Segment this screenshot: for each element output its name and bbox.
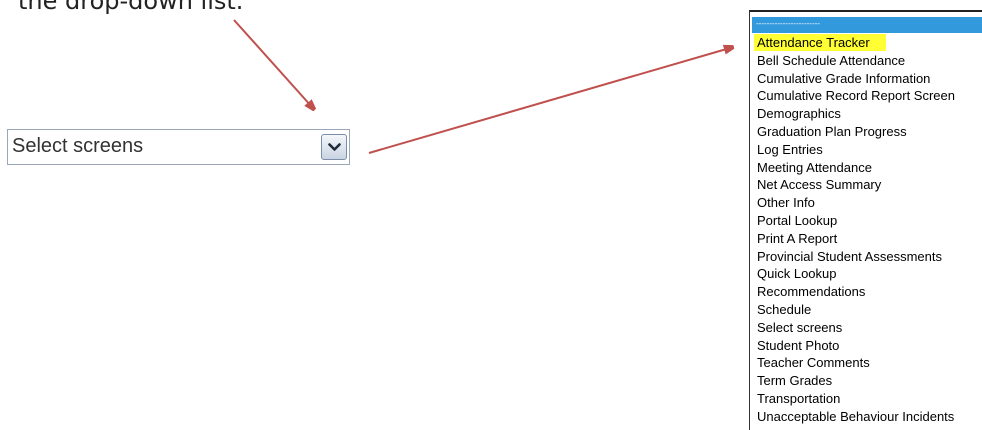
dropdown-option[interactable]: Provincial Student Assessments (757, 249, 942, 265)
dropdown-option[interactable]: Net Access Summary (757, 177, 881, 193)
dropdown-selected-option[interactable]: ------------------------ (752, 17, 982, 33)
dropdown-option[interactable]: Quick Lookup (757, 266, 837, 282)
dropdown-list[interactable]: ------------------------ Attendance Trac… (749, 10, 982, 430)
dropdown-option[interactable]: Unacceptable Behaviour Incidents (757, 409, 954, 425)
arrow-to-select-icon (233, 19, 312, 107)
arrow-to-dropdown-icon (368, 48, 730, 154)
dropdown-option[interactable]: Teacher Comments (757, 355, 870, 371)
dropdown-option[interactable]: Other Info (757, 195, 815, 211)
dropdown-option[interactable]: Graduation Plan Progress (757, 124, 907, 140)
dropdown-option[interactable]: Attendance Tracker (757, 35, 870, 51)
dropdown-option[interactable]: Transportation (757, 391, 840, 407)
dropdown-option[interactable]: Bell Schedule Attendance (757, 53, 905, 69)
dropdown-option[interactable]: Print A Report (757, 231, 837, 247)
dropdown-option[interactable]: Schedule (757, 302, 811, 318)
dropdown-option[interactable]: Recommendations (757, 284, 865, 300)
dropdown-option[interactable]: Student Photo (757, 338, 839, 354)
dropdown-option[interactable]: Meeting Attendance (757, 160, 872, 176)
dropdown-option[interactable]: Select screens (757, 320, 842, 336)
dropdown-option[interactable]: Term Grades (757, 373, 832, 389)
dropdown-option[interactable]: Log Entries (757, 142, 823, 158)
dropdown-option[interactable]: Cumulative Grade Information (757, 71, 930, 87)
dropdown-option[interactable]: Demographics (757, 106, 841, 122)
dropdown-option[interactable]: Portal Lookup (757, 213, 837, 229)
dropdown-option[interactable]: Cumulative Record Report Screen (757, 88, 955, 104)
